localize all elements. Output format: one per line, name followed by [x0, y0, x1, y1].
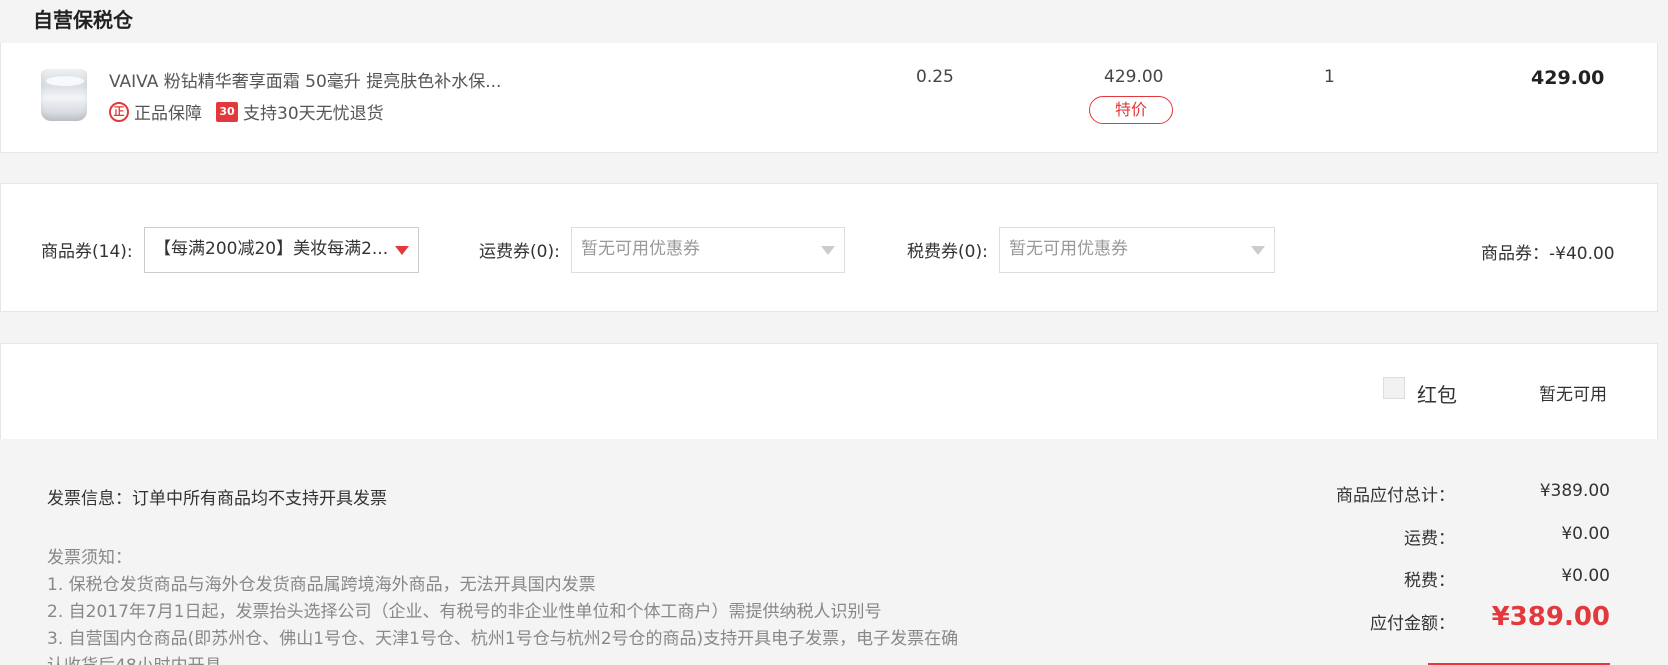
- product-coupon-label: 商品券(14):: [41, 242, 133, 262]
- product-panel: VAIVA 粉钻精华奢享面霜 50毫升 提亮肤色补水保... 正 正品保障 30…: [0, 43, 1658, 153]
- tax-fee-value: ¥0.00: [1561, 566, 1610, 586]
- genuine-guarantee-label: 正品保障: [134, 104, 202, 124]
- product-quantity: 1: [1324, 67, 1335, 87]
- invoice-info: 发票信息：订单中所有商品均不支持开具发票: [47, 489, 387, 509]
- product-coupon-select[interactable]: 【每满200减20】美妆每满2...: [144, 227, 419, 273]
- shipping-fee-value: ¥0.00: [1561, 524, 1610, 544]
- product-badges: 正 正品保障 30 支持30天无忧退货: [109, 99, 384, 124]
- product-thumbnail[interactable]: [41, 69, 87, 121]
- tax-coupon-select[interactable]: 暂无可用优惠券: [999, 227, 1275, 273]
- product-subtotal: 429.00: [1531, 67, 1605, 89]
- genuine-guarantee-icon: 正: [109, 101, 129, 122]
- red-packet-panel: 红包 暂无可用: [0, 343, 1658, 439]
- red-packet-status: 暂无可用: [1539, 385, 1607, 405]
- product-name[interactable]: VAIVA 粉钻精华奢享面霜 50毫升 提亮肤色补水保...: [109, 67, 501, 92]
- invoice-notice-line: 认收货后48小时内开具: [47, 651, 222, 665]
- chevron-down-icon: [1251, 246, 1265, 255]
- product-weight: 0.25: [916, 67, 954, 87]
- chevron-down-icon: [395, 246, 409, 255]
- invoice-notice-title: 发票须知：: [47, 548, 132, 568]
- grand-total-value: ¥389.00: [1491, 602, 1610, 632]
- tax-coupon-label: 税费券(0):: [907, 242, 988, 262]
- thirty-day-return-icon: 30: [216, 101, 238, 122]
- goods-total-value: ¥389.00: [1539, 481, 1610, 501]
- coupon-panel: 商品券(14): 【每满200减20】美妆每满2... 运费券(0): 暂无可用…: [0, 183, 1658, 312]
- red-packet-checkbox[interactable]: [1383, 377, 1405, 399]
- tax-fee-label: 税费：: [1404, 571, 1455, 591]
- coupon-discount-summary: 商品券：-¥40.00: [1481, 244, 1615, 264]
- return-policy-label: 支持30天无忧退货: [243, 104, 384, 124]
- shipping-fee-label: 运费：: [1404, 529, 1455, 549]
- product-coupon-value: 【每满200减20】美妆每满2...: [154, 239, 389, 259]
- invoice-notice-line: 3. 自营国内仓商品(即苏州仓、佛山1号仓、天津1号仓、杭州1号仓与杭州2号仓的…: [47, 629, 959, 649]
- shipping-coupon-value: 暂无可用优惠券: [581, 239, 700, 259]
- invoice-notice-line: 2. 自2017年7月1日起，发票抬头选择公司（企业、有税号的非企业性单位和个体…: [47, 602, 882, 622]
- tax-coupon-value: 暂无可用优惠券: [1009, 239, 1128, 259]
- special-price-tag: 特价: [1089, 96, 1173, 124]
- invoice-notice-line: 1. 保税仓发货商品与海外仓发货商品属跨境海外商品，无法开具国内发票: [47, 575, 596, 595]
- shipping-coupon-label: 运费券(0):: [479, 242, 560, 262]
- goods-total-label: 商品应付总计：: [1336, 486, 1455, 506]
- red-packet-label[interactable]: 红包: [1417, 379, 1457, 408]
- chevron-down-icon: [821, 246, 835, 255]
- shipping-coupon-select[interactable]: 暂无可用优惠券: [571, 227, 845, 273]
- warehouse-title: 自营保税仓: [33, 8, 133, 32]
- unit-price: 429.00: [1104, 67, 1164, 87]
